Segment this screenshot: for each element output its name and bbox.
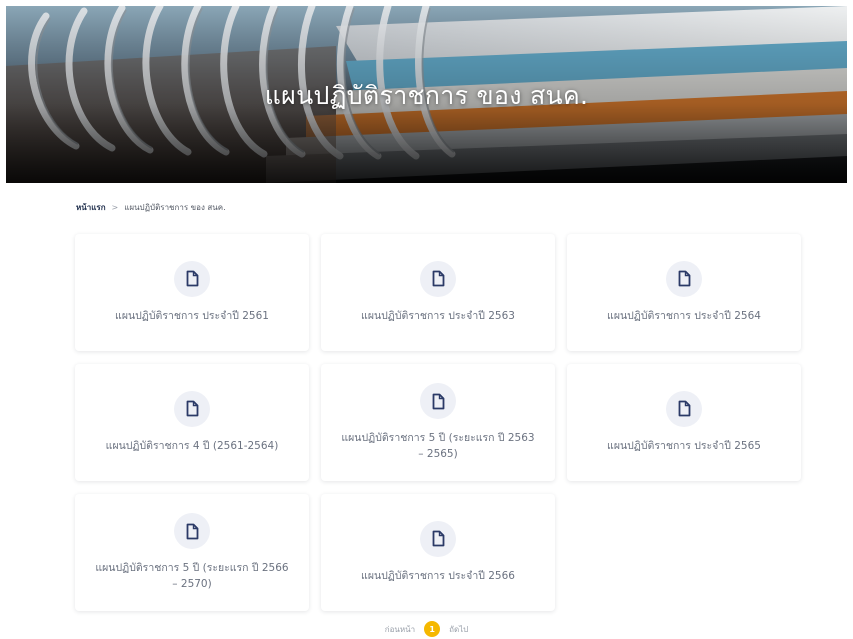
breadcrumb-current: แผนปฏิบัติราชการ ของ สนค. bbox=[124, 203, 226, 212]
pagination-next-button[interactable]: ถัดไป bbox=[449, 623, 468, 636]
pagination-prev-button[interactable]: ก่อนหน้า bbox=[385, 623, 415, 636]
plan-card-2566[interactable]: แผนปฏิบัติราชการ ประจำปี 2566 bbox=[321, 494, 555, 611]
page: แผนปฏิบัติราชการ ของ สนค. หน้าแรก > แผนป… bbox=[0, 0, 853, 639]
plan-card-2564[interactable]: แผนปฏิบัติราชการ ประจำปี 2564 bbox=[567, 234, 801, 351]
document-icon bbox=[666, 260, 702, 297]
plan-card-label: แผนปฏิบัติราชการ 5 ปี (ระยะแรก ปี 2566 –… bbox=[95, 562, 289, 590]
breadcrumb-home-link[interactable]: หน้าแรก bbox=[76, 201, 106, 214]
pagination-current-page[interactable]: 1 bbox=[424, 621, 441, 637]
plan-card-2563[interactable]: แผนปฏิบัติราชการ ประจำปี 2563 bbox=[321, 234, 555, 351]
document-icon bbox=[174, 260, 210, 297]
hero-banner: แผนปฏิบัติราชการ ของ สนค. bbox=[6, 6, 847, 183]
plan-card-5-year-2566-2570[interactable]: แผนปฏิบัติราชการ 5 ปี (ระยะแรก ปี 2566 –… bbox=[75, 494, 309, 611]
plan-card-label: แผนปฏิบัติราชการ ประจำปี 2565 bbox=[607, 439, 761, 452]
page-title: แผนปฏิบัติราชการ ของ สนค. bbox=[264, 81, 589, 110]
plan-card-2561[interactable]: แผนปฏิบัติราชการ ประจำปี 2561 bbox=[75, 234, 309, 351]
plan-card-2565[interactable]: แผนปฏิบัติราชการ ประจำปี 2565 bbox=[567, 364, 801, 481]
document-icon bbox=[420, 383, 456, 420]
plan-card-label: แผนปฏิบัติราชการ ประจำปี 2564 bbox=[607, 309, 761, 322]
plan-card-grid: แผนปฏิบัติราชการ ประจำปี 2561 แผนปฏิบัติ… bbox=[75, 234, 801, 611]
plan-card-label: แผนปฏิบัติราชการ ประจำปี 2563 bbox=[361, 309, 515, 322]
document-icon bbox=[174, 390, 210, 427]
plan-card-label: แผนปฏิบัติราชการ ประจำปี 2561 bbox=[115, 309, 269, 322]
plan-card-label: แผนปฏิบัติราชการ 4 ปี (2561-2564) bbox=[105, 439, 279, 452]
plan-card-4-year-2561-2564[interactable]: แผนปฏิบัติราชการ 4 ปี (2561-2564) bbox=[75, 364, 309, 481]
plan-card-label: แผนปฏิบัติราชการ 5 ปี (ระยะแรก ปี 2563 –… bbox=[341, 432, 535, 460]
document-icon bbox=[420, 260, 456, 297]
plan-card-label: แผนปฏิบัติราชการ ประจำปี 2566 bbox=[361, 569, 515, 582]
document-icon bbox=[174, 513, 210, 550]
breadcrumb: หน้าแรก > แผนปฏิบัติราชการ ของ สนค. bbox=[76, 201, 226, 214]
document-icon bbox=[666, 390, 702, 427]
pagination: ก่อนหน้า 1 ถัดไป bbox=[0, 621, 853, 637]
plan-card-5-year-2563-2565[interactable]: แผนปฏิบัติราชการ 5 ปี (ระยะแรก ปี 2563 –… bbox=[321, 364, 555, 481]
document-icon bbox=[420, 520, 456, 557]
breadcrumb-separator: > bbox=[111, 203, 119, 212]
